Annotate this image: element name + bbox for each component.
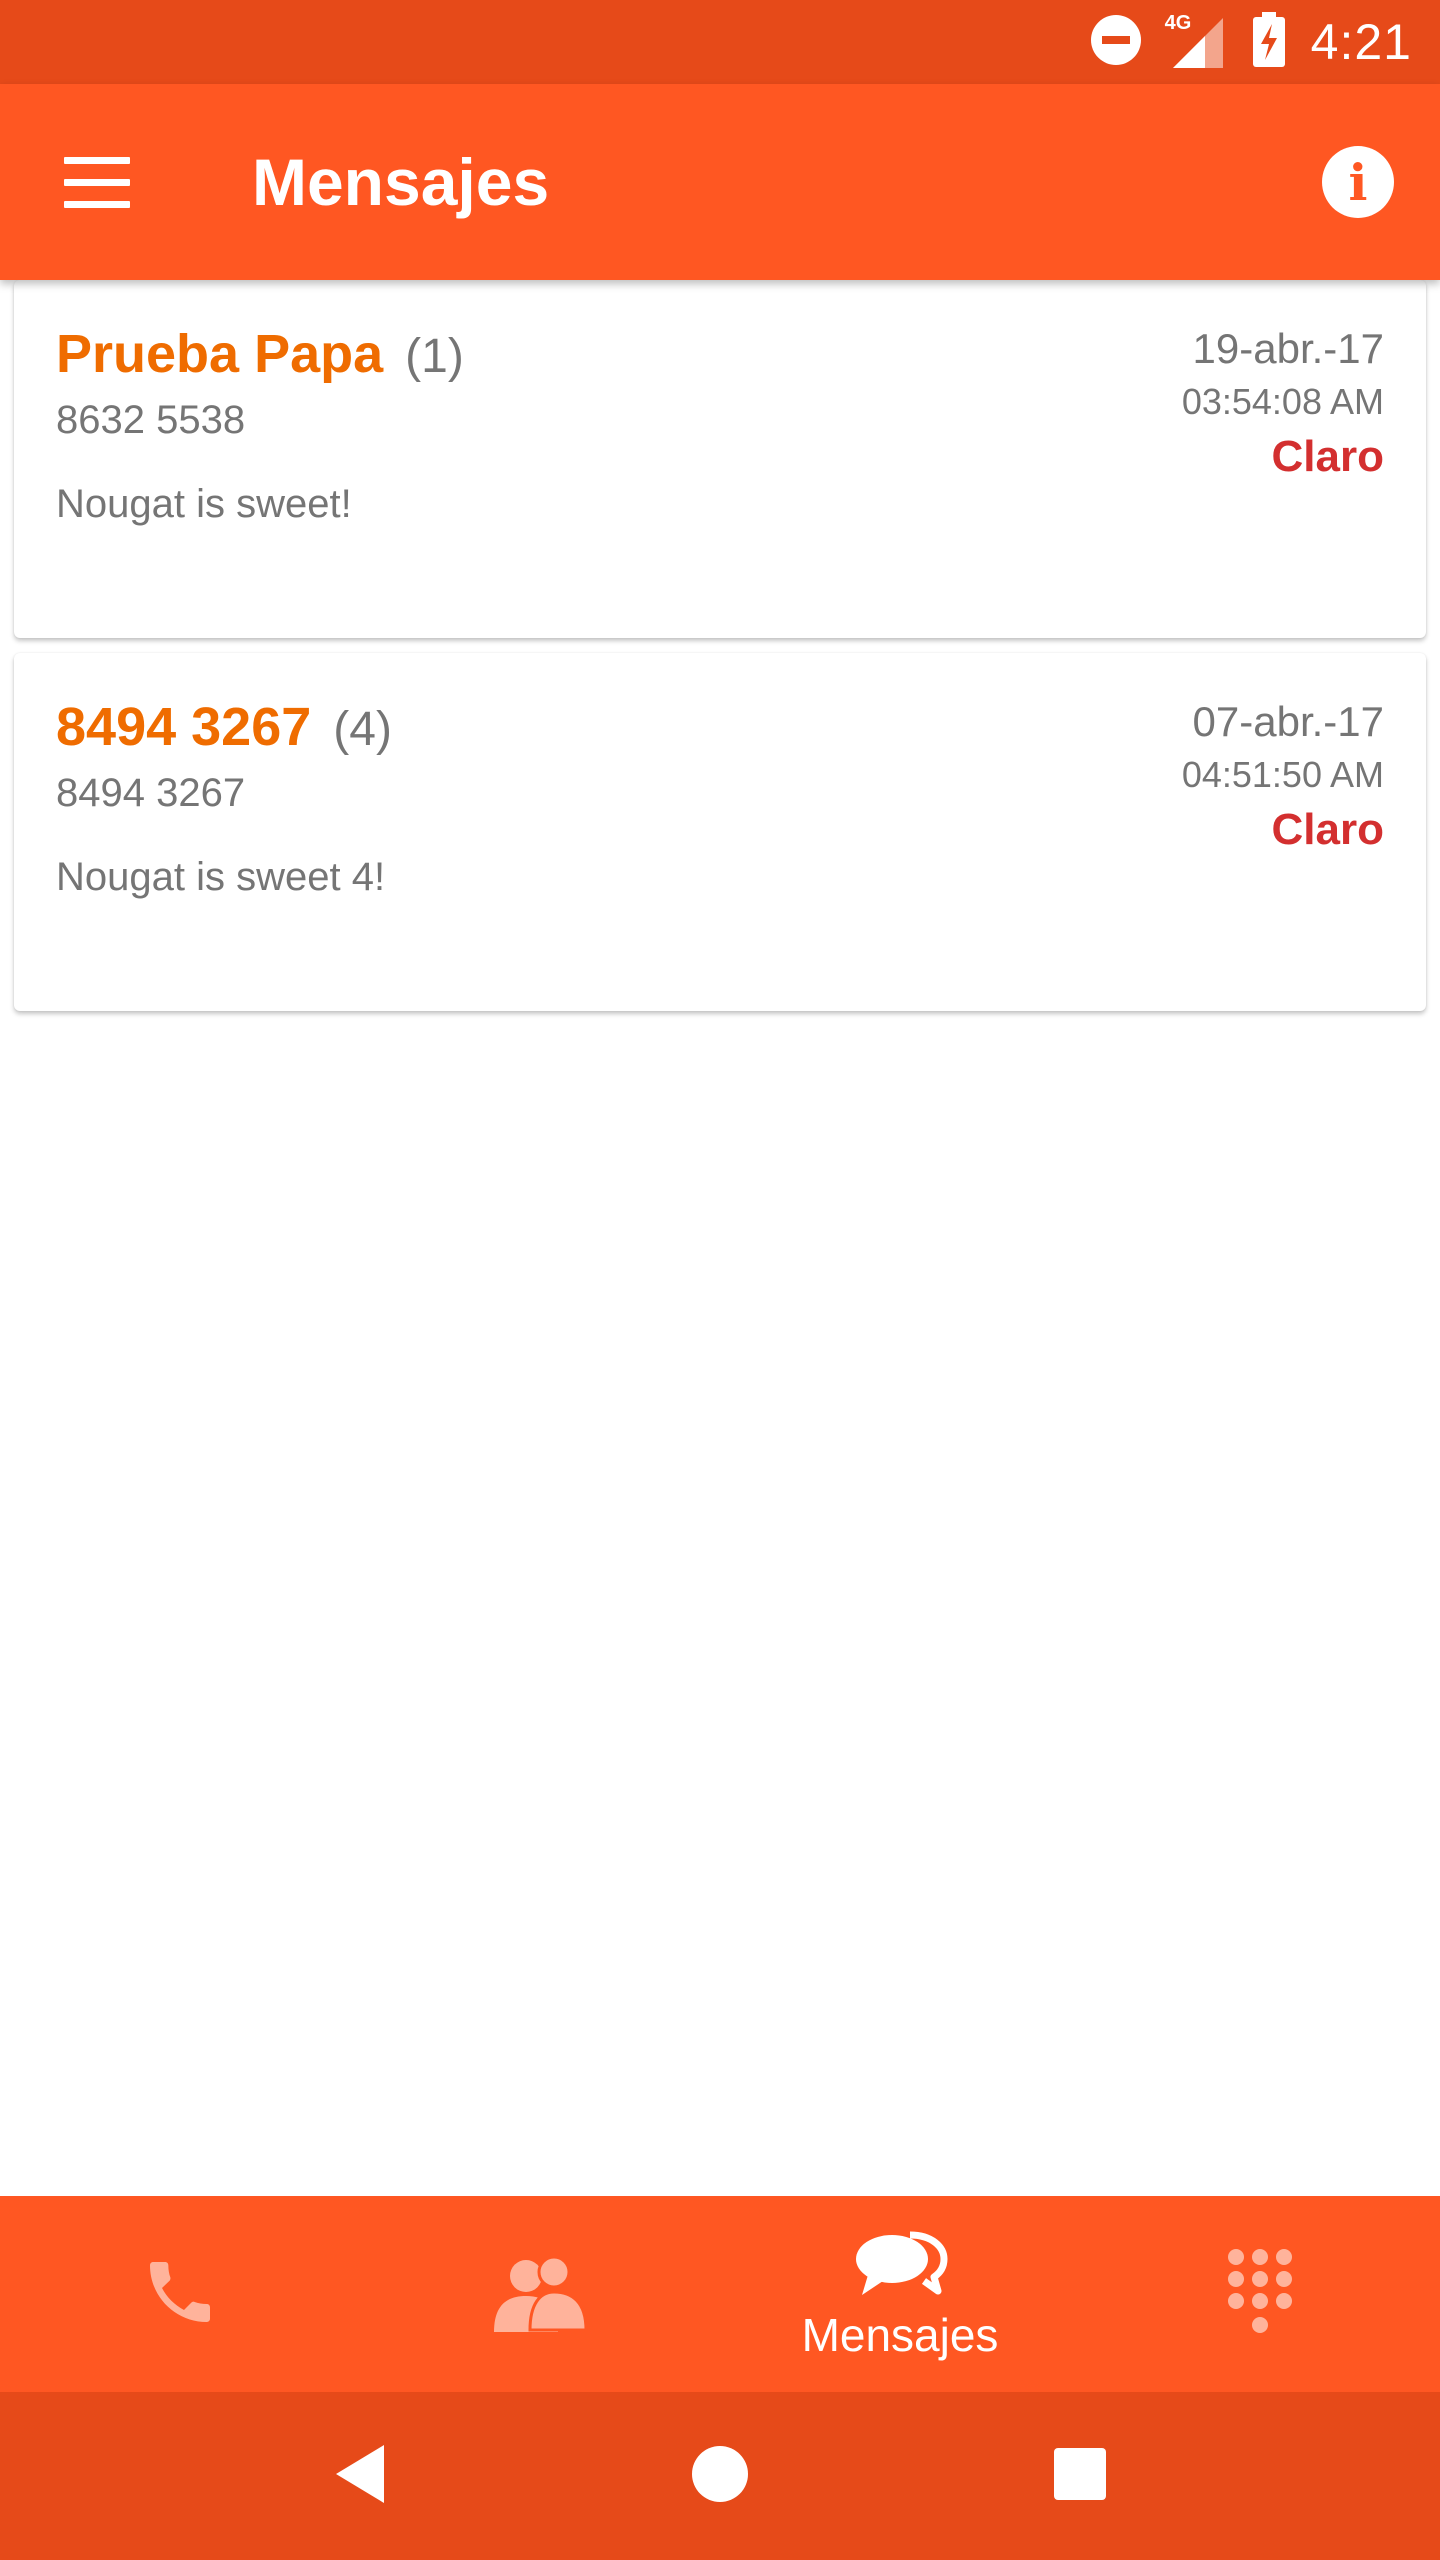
message-date: 07-abr.-17 bbox=[1192, 698, 1384, 745]
bottom-navigation: Mensajes bbox=[0, 2196, 1440, 2392]
carrier-label: Claro bbox=[1271, 432, 1384, 481]
recents-button[interactable] bbox=[1035, 2431, 1125, 2521]
menu-icon bbox=[64, 156, 130, 164]
info-icon: i bbox=[1348, 152, 1368, 212]
app-bar: Mensajes i bbox=[0, 84, 1440, 280]
nav-messages-label: Mensajes bbox=[801, 2308, 999, 2361]
nav-phone[interactable] bbox=[0, 2196, 360, 2392]
carrier-label: Claro bbox=[1271, 805, 1384, 854]
messages-icon bbox=[852, 2227, 948, 2304]
nav-dialpad[interactable] bbox=[1080, 2196, 1440, 2392]
system-navigation-bar bbox=[0, 2392, 1440, 2560]
signal-icon: 4G bbox=[1165, 12, 1227, 72]
message-preview: Nougat is sweet 4! bbox=[56, 855, 386, 899]
message-count: (1) bbox=[405, 330, 464, 383]
contact-name-row: 8494 3267 (4) bbox=[56, 695, 392, 762]
back-icon bbox=[330, 2441, 390, 2512]
contact-name-row: Prueba Papa (1) bbox=[56, 322, 464, 389]
phone-icon bbox=[140, 2252, 220, 2337]
home-icon bbox=[690, 2444, 750, 2509]
contact-name: Prueba Papa bbox=[56, 324, 384, 384]
message-date: 19-abr.-17 bbox=[1192, 325, 1384, 372]
phone-number: 8632 5538 bbox=[56, 398, 246, 442]
dnd-icon bbox=[1089, 13, 1143, 72]
message-card[interactable]: Prueba Papa (1) 8632 5538 Nougat is sweet… bbox=[14, 280, 1426, 638]
dialpad-icon bbox=[1225, 2247, 1295, 2342]
nav-contacts[interactable] bbox=[360, 2196, 720, 2392]
phone-number: 8494 3267 bbox=[56, 771, 246, 815]
status-bar: 4G 4:21 bbox=[0, 0, 1440, 84]
back-button[interactable] bbox=[315, 2431, 405, 2521]
message-time: 04:51:50 AM bbox=[1181, 754, 1384, 795]
contacts-icon bbox=[490, 2250, 590, 2339]
battery-charging-icon bbox=[1249, 10, 1289, 75]
info-button[interactable]: i bbox=[1322, 146, 1394, 218]
status-time: 4:21 bbox=[1310, 14, 1412, 70]
recents-icon bbox=[1052, 2446, 1108, 2507]
message-count: (4) bbox=[333, 703, 392, 756]
home-button[interactable] bbox=[675, 2431, 765, 2521]
message-preview: Nougat is sweet! bbox=[56, 482, 352, 526]
message-card[interactable]: 8494 3267 (4) 8494 3267 Nougat is sweet 4… bbox=[14, 653, 1426, 1011]
contact-name: 8494 3267 bbox=[56, 697, 312, 757]
page-title: Mensajes bbox=[252, 145, 550, 219]
message-time: 03:54:08 AM bbox=[1181, 381, 1384, 422]
status-icons: 4G 4:21 bbox=[1089, 0, 1412, 84]
nav-messages[interactable]: Mensajes bbox=[720, 2196, 1080, 2392]
menu-button[interactable] bbox=[50, 146, 146, 218]
